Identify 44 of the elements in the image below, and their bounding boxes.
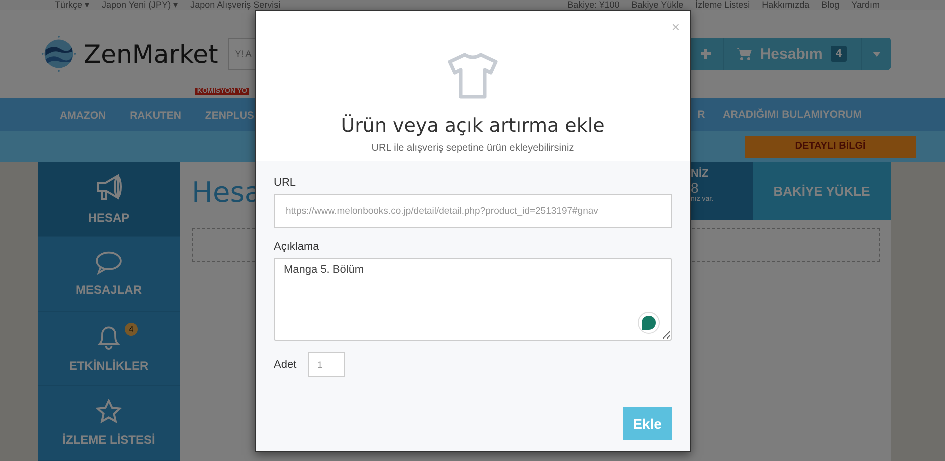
chat-bubble-icon — [638, 312, 660, 334]
modal-subtitle: URL ile alışveriş sepetine ürün ekleyebilirsiniz — [372, 143, 574, 154]
top-bar-link[interactable]: Türkçe ▾ — [55, 0, 90, 10]
nav-link[interactable]: R — [698, 108, 706, 120]
nav-link[interactable]: ARADIĞIMI BULAMIYORUM — [723, 108, 862, 120]
plus-icon — [700, 48, 712, 60]
star-icon — [96, 399, 122, 426]
balance-amount: 8 — [691, 180, 700, 196]
sidebar-item[interactable]: MESAJLAR — [38, 236, 180, 312]
logo-text[interactable]: ZenMarket — [84, 40, 218, 68]
url-label: URL — [274, 177, 298, 189]
sidebar-item[interactable]: 4 ETKİNLİKLER — [38, 312, 180, 386]
sidebar-item[interactable]: İZLEME LİSTESİ — [38, 386, 180, 461]
cart-icon — [736, 47, 752, 61]
logo-icon — [40, 35, 78, 73]
top-bar-link[interactable]: Hakkımızda — [762, 0, 810, 10]
modal-title: Ürün veya açık artırma ekle — [341, 115, 605, 137]
top-up-button[interactable]: BAKİYE YÜKLE — [753, 162, 891, 220]
quantity-field[interactable]: 1 — [308, 352, 345, 377]
url-field[interactable]: https://www.melonbooks.co.jp/detail/detail.php?product_id=2513197#gnav — [274, 194, 672, 228]
nav-link[interactable]: AMAZON — [60, 110, 106, 122]
balance-heading: NİZ — [691, 168, 710, 180]
cart-count-badge: 4 — [830, 46, 847, 62]
top-bar-link[interactable]: Blog — [822, 0, 840, 10]
sidebar-item[interactable]: HESAP — [38, 162, 180, 237]
description-field[interactable]: Manga 5. Bölüm — [274, 258, 672, 341]
top-bar-link[interactable]: Japon Alışveriş Servisi — [190, 0, 281, 10]
add-button[interactable]: Ekle — [623, 407, 672, 440]
top-bar-link[interactable]: Bakiye: ¥100 — [568, 0, 620, 10]
close-button[interactable]: × — [672, 19, 680, 35]
nav-link[interactable]: ZENPLUS — [205, 110, 254, 122]
t-shirt-icon — [447, 52, 499, 100]
nav-link[interactable]: RAKUTEN — [130, 110, 182, 122]
notification-badge: 4 — [125, 323, 138, 336]
megaphone-icon — [94, 172, 124, 203]
top-bar-link[interactable]: Bakiye Yükle — [632, 0, 684, 10]
top-bar-link[interactable]: İzleme Listesi — [696, 0, 750, 10]
top-bar-link[interactable]: Yardım — [852, 0, 880, 10]
quantity-label: Adet — [274, 358, 297, 370]
description-label: Açıklama — [274, 241, 320, 253]
top-bar-link[interactable]: Japon Yeni (JPY) ▾ — [102, 0, 179, 10]
caret-icon — [872, 52, 880, 56]
details-button[interactable]: DETAYLI BİLGİ — [745, 136, 916, 158]
speech-bubble-icon — [95, 250, 123, 275]
